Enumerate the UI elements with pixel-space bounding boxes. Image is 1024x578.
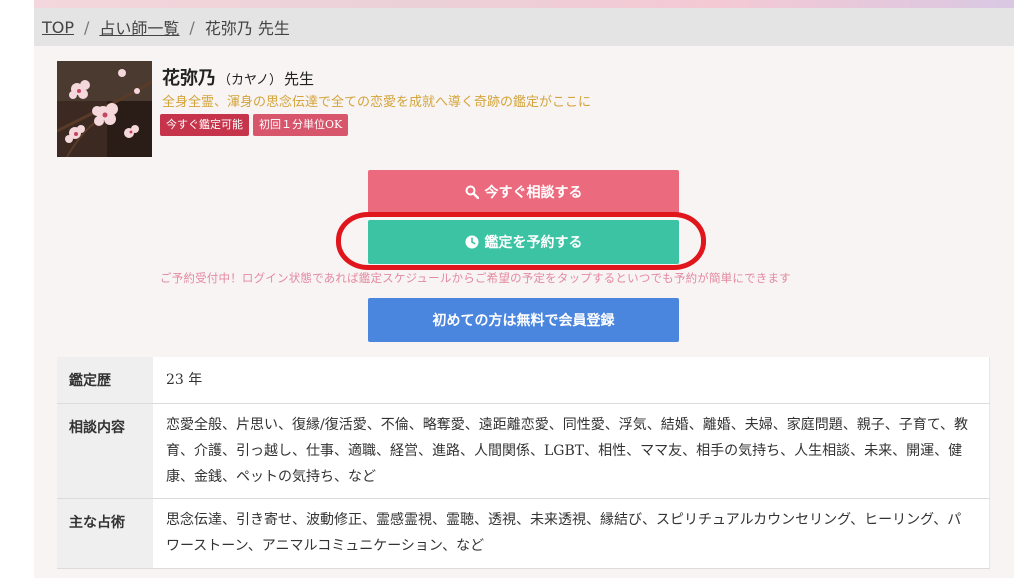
reserve-appointment-button[interactable]: 鑑定を予約する — [368, 220, 679, 264]
search-icon — [465, 185, 479, 199]
catchphrase: 全身全霊、渾身の思念伝達で全ての恋愛を成就へ導く奇跡の鑑定がここに — [162, 95, 592, 110]
breadcrumb-link-fortune-teller-list[interactable]: 占い師一覧 — [99, 15, 179, 39]
reserve-appointment-label: 鑑定を予約する — [484, 235, 583, 251]
breadcrumb-current: 花弥乃 先生 — [204, 19, 290, 38]
badge-first-minute-ok: 初回１分単位OK — [253, 114, 349, 136]
name-title: 先生 — [283, 70, 314, 88]
detail-value-consultation: 恋愛全般、片思い、復縁/復活愛、不倫、略奪愛、遠距離恋愛、同性愛、浮気、結婚、離… — [153, 403, 990, 499]
detail-value-experience: 23 年 — [153, 357, 990, 404]
badge-group: 今すぐ鑑定可能 初回１分単位OK — [160, 114, 349, 136]
name-text: 花弥乃 — [162, 68, 216, 89]
name-kana: （カヤノ） — [218, 73, 282, 88]
free-register-button[interactable]: 初めての方は無料で会員登録 — [368, 298, 679, 342]
detail-value-methods: 思念伝達、引き寄せ、波動修正、霊感霊視、霊聴、透視、未来透視、縁結び、スピリチュ… — [153, 498, 990, 569]
profile-photo — [57, 61, 152, 157]
consult-now-button[interactable]: 今すぐ相談する — [368, 170, 679, 214]
header-banner-strip — [34, 0, 1014, 8]
breadcrumb-separator: / — [84, 17, 90, 37]
free-register-label: 初めての方は無料で会員登録 — [432, 313, 615, 329]
breadcrumb-separator: / — [189, 17, 195, 37]
table-row: 主な占術 思念伝達、引き寄せ、波動修正、霊感霊視、霊聴、透視、未来透視、縁結び、… — [57, 498, 990, 569]
detail-label-methods: 主な占術 — [57, 498, 153, 569]
clock-icon — [465, 235, 479, 249]
detail-label-experience: 鑑定歴 — [57, 357, 153, 404]
breadcrumb: TOP / 占い師一覧 / 花弥乃 先生 — [34, 8, 1014, 46]
reservation-notice: ご予約受付中！ログイン状態であれば鑑定スケジュールからご希望の予定をタップすると… — [160, 271, 791, 285]
table-row: 鑑定歴 23 年 — [57, 357, 990, 404]
detail-label-consultation: 相談内容 — [57, 403, 153, 499]
profile-details-table: 鑑定歴 23 年 相談内容 恋愛全般、片思い、復縁/復活愛、不倫、略奪愛、遠距離… — [57, 357, 990, 569]
consult-now-label: 今すぐ相談する — [484, 185, 583, 201]
table-row: 相談内容 恋愛全般、片思い、復縁/復活愛、不倫、略奪愛、遠距離恋愛、同性愛、浮気… — [57, 403, 990, 499]
fortune-teller-name: 花弥乃 （カヤノ） 先生 — [162, 64, 314, 90]
badge-available-now: 今すぐ鑑定可能 — [160, 114, 249, 136]
breadcrumb-link-top[interactable]: TOP — [42, 18, 74, 37]
